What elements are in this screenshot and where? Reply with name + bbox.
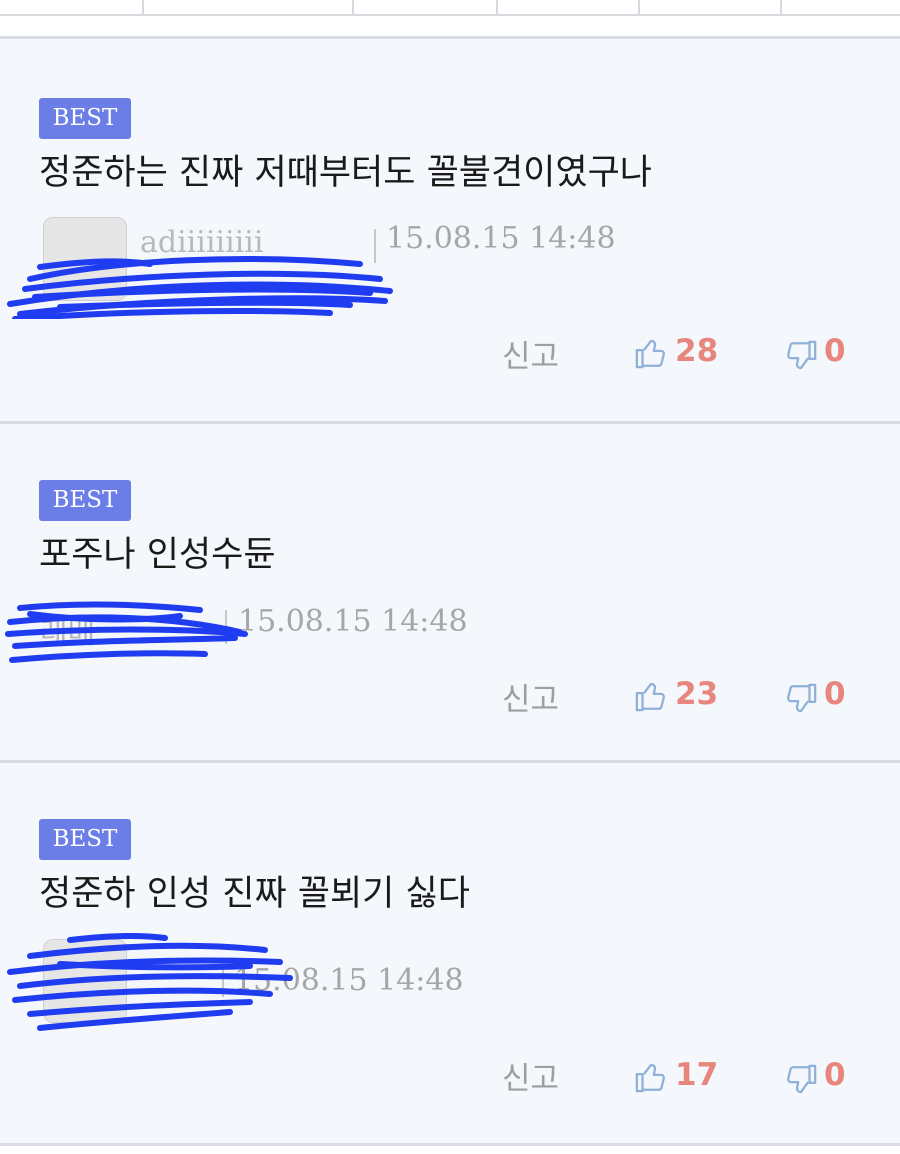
best-badge: BEST <box>39 98 131 139</box>
thumbs-up-icon[interactable] <box>634 1060 668 1094</box>
meta-separator <box>222 963 224 997</box>
meta-separator <box>225 610 227 644</box>
author-name[interactable]: 레베 <box>40 608 95 652</box>
spacer <box>0 16 900 36</box>
best-badge: BEST <box>39 480 131 521</box>
tab-divider <box>780 0 782 14</box>
tab-divider <box>352 0 354 14</box>
tab-divider <box>638 0 640 14</box>
report-button[interactable]: 신고 <box>502 674 559 719</box>
meta-separator <box>374 229 376 263</box>
thumbs-down-icon[interactable] <box>784 1063 818 1097</box>
comment-text: 정준하 인성 진짜 꼴뵈기 싫다 <box>39 874 470 914</box>
like-count: 17 <box>675 1057 719 1093</box>
tab-divider <box>142 0 144 14</box>
thumbs-up-icon[interactable] <box>634 679 668 713</box>
comment-date: 15.08.15 14:48 <box>234 963 464 998</box>
comment-text: 정준하는 진짜 저때부터도 꼴불견이였구나 <box>39 153 652 193</box>
comment-meta: 15.08.15 14:48 <box>0 935 700 1023</box>
dislike-count: 0 <box>824 676 846 712</box>
avatar[interactable] <box>43 939 127 1023</box>
best-badge: BEST <box>39 819 131 860</box>
comment-meta: 레베 15.08.15 14:48 <box>0 596 700 656</box>
comment-date: 15.08.15 14:48 <box>386 221 616 256</box>
like-count: 28 <box>675 333 719 369</box>
report-button[interactable]: 신고 <box>502 331 559 376</box>
avatar[interactable] <box>43 217 127 301</box>
list-bottom-border <box>0 1143 900 1154</box>
tab-divider <box>496 0 498 14</box>
thumbs-down-icon[interactable] <box>784 682 818 716</box>
comment-item: BEST 포주나 인성수듄 레베 15.08.15 14:48 신고 23 0 <box>0 421 900 762</box>
comment-meta: adiiiiiiiii 15.08.15 14:48 <box>0 215 700 301</box>
dislike-count: 0 <box>824 1057 846 1093</box>
comment-date: 15.08.15 14:48 <box>238 604 468 639</box>
author-name[interactable]: adiiiiiiiii <box>140 225 263 260</box>
comment-item: BEST 정준하는 진짜 저때부터도 꼴불견이였구나 adiiiiiiiii 1… <box>0 36 900 421</box>
thumbs-down-icon[interactable] <box>784 339 818 373</box>
like-count: 23 <box>675 676 719 712</box>
comment-text: 포주나 인성수듄 <box>39 535 276 575</box>
top-tab-strip <box>0 0 900 16</box>
report-button[interactable]: 신고 <box>502 1053 559 1098</box>
comment-item: BEST 정준하 인성 진짜 꼴뵈기 싫다 15.08.15 14:48 신고 … <box>0 760 900 1146</box>
dislike-count: 0 <box>824 333 846 369</box>
thumbs-up-icon[interactable] <box>634 336 668 370</box>
